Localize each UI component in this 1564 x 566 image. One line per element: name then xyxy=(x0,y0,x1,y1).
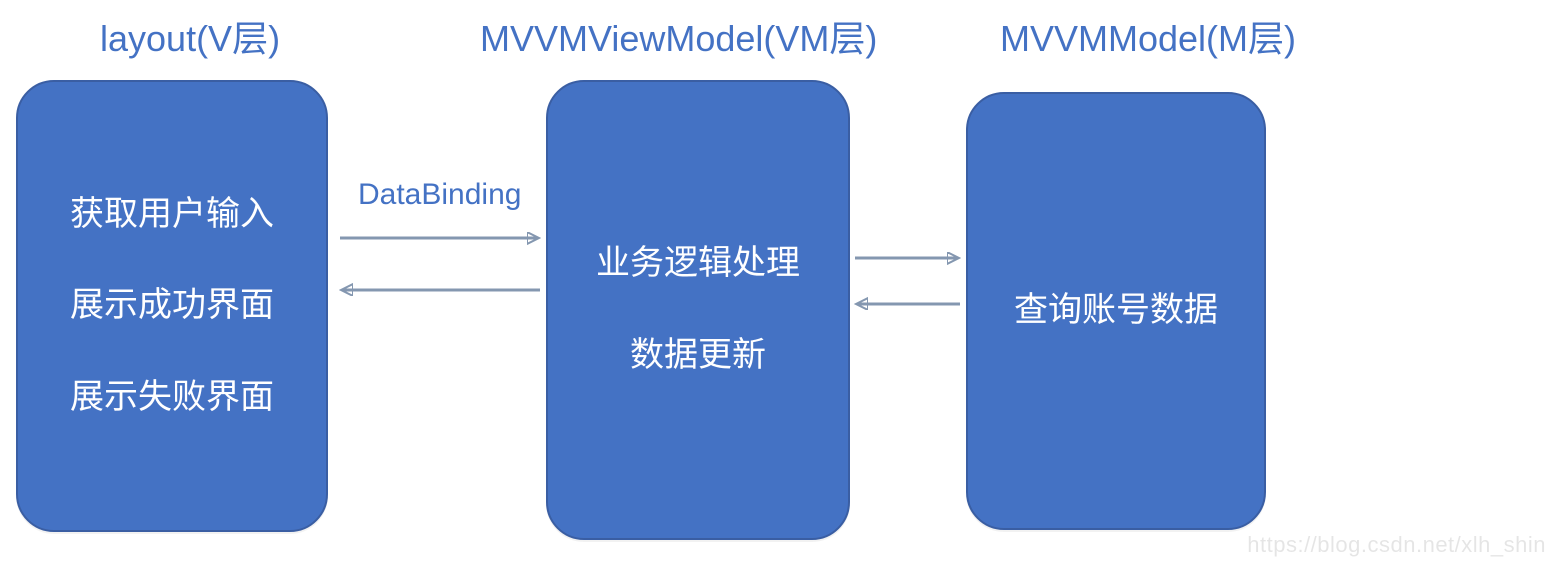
connector-label-databinding: DataBinding xyxy=(358,178,521,212)
box-model: 查询账号数据 xyxy=(966,92,1266,530)
box-viewmodel-line: 业务逻辑处理 xyxy=(596,240,800,288)
title-viewmodel: MVVMViewModel(VM层) xyxy=(480,10,877,62)
box-viewmodel-line: 数据更新 xyxy=(630,332,766,380)
box-view: 获取用户输入 展示成功界面 展示失败界面 xyxy=(16,80,328,532)
box-model-line: 查询账号数据 xyxy=(1014,287,1218,335)
box-viewmodel: 业务逻辑处理 数据更新 xyxy=(546,80,850,540)
box-view-line: 展示失败界面 xyxy=(70,374,274,422)
box-view-line: 获取用户输入 xyxy=(70,191,274,239)
title-view: layout(V层) xyxy=(100,10,280,62)
watermark: https://blog.csdn.net/xlh_shin xyxy=(1247,532,1546,558)
title-model: MVVMModel(M层) xyxy=(1000,10,1296,62)
box-view-line: 展示成功界面 xyxy=(70,282,274,330)
